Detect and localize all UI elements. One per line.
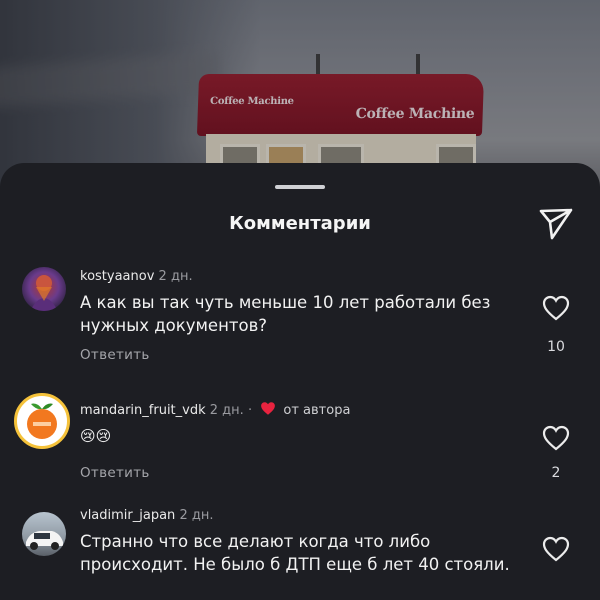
comments-sheet: Комментарии kostyaanov 2 дн. А как вы та… (0, 163, 600, 600)
author-liked-heart-icon (260, 401, 276, 420)
sheet-drag-handle[interactable] (275, 185, 325, 189)
reply-button[interactable]: Ответить (80, 347, 150, 363)
like-heart-icon[interactable] (542, 425, 570, 451)
avatar[interactable] (22, 267, 66, 311)
send-icon[interactable] (538, 207, 574, 241)
comment-meta: kostyaanov 2 дн. (80, 269, 193, 284)
comment-username[interactable]: kostyaanov (80, 269, 154, 284)
avatar[interactable] (14, 393, 70, 449)
sheet-title: Комментарии (229, 213, 371, 234)
liked-by-author-label: от автора (283, 403, 351, 418)
comment-username[interactable]: vladimir_japan (80, 508, 175, 523)
comment-text: Странно что все делают когда что либо пр… (80, 532, 510, 574)
reply-button[interactable]: Ответить (80, 465, 150, 481)
avatar[interactable] (22, 512, 66, 556)
comment-time: 2 дн. (179, 508, 214, 523)
like-heart-icon[interactable] (542, 295, 570, 321)
comment-time: 2 дн. (209, 403, 244, 418)
comment-text: 😢😢 (80, 427, 112, 445)
comment-username[interactable]: mandarin_fruit_vdk (80, 403, 206, 418)
like-heart-icon[interactable] (542, 536, 570, 562)
like-count: 2 (551, 465, 561, 481)
comment-meta: vladimir_japan 2 дн. (80, 508, 213, 523)
comment-text: А как вы так чуть меньше 10 лет работали… (80, 293, 491, 335)
meta-separator: · (247, 403, 253, 418)
comment-meta: mandarin_fruit_vdk 2 дн. · от автора (80, 401, 350, 420)
comment-time: 2 дн. (158, 269, 193, 284)
like-count: 10 (547, 339, 565, 355)
